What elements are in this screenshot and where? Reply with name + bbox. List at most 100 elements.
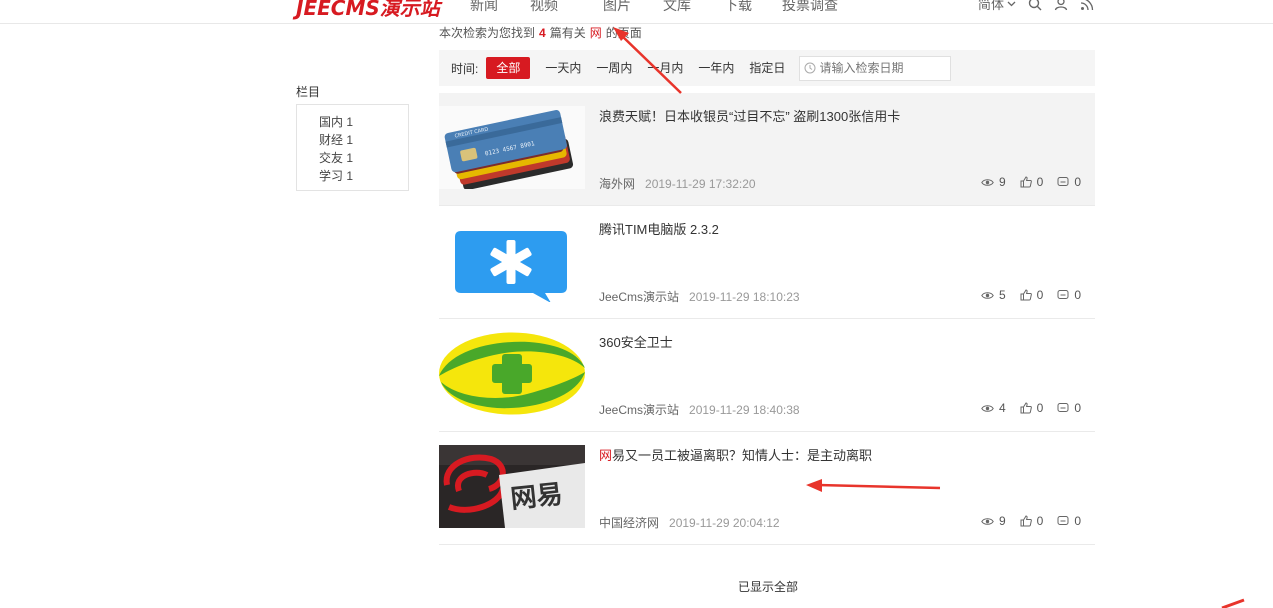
result-summary: 本次检索为您找到 4 篇有关网的页面 xyxy=(439,24,642,41)
result-meta: JeeCms演示站 2019-11-29 18:40:38 xyxy=(599,401,800,418)
comment-count[interactable]: 0 xyxy=(1057,175,1081,189)
summary-suffix: 的页面 xyxy=(605,26,642,40)
result-date: 2019-11-29 18:10:23 xyxy=(689,290,800,304)
thumbs-up-icon xyxy=(1020,176,1032,188)
like-count[interactable]: 0 xyxy=(1020,401,1043,415)
title-text: 腾讯TIM电脑版 2.3.2 xyxy=(599,222,719,237)
like-count[interactable]: 0 xyxy=(1020,514,1043,528)
comment-icon xyxy=(1057,403,1069,412)
result-title[interactable]: 网易又一员工被逼离职？知情人士：是主动离职 xyxy=(599,445,872,464)
search-keyword: 网 xyxy=(589,26,602,40)
result-item[interactable]: 0123 4567 8901 CREDIT CARD 浪费天赋！日本收银员“过目… xyxy=(439,93,1095,206)
result-item[interactable]: 腾讯TIM电脑版 2.3.2 JeeCms演示站 2019-11-29 18:10… xyxy=(439,206,1095,319)
comment-count[interactable]: 0 xyxy=(1057,514,1081,528)
result-title[interactable]: 浪费天赋！日本收银员“过目不忘” 盗刷1300张信用卡 xyxy=(599,106,900,125)
view-count: 9 xyxy=(981,175,1006,189)
nav-item-vote[interactable]: 投票调查 xyxy=(782,0,838,15)
view-count: 4 xyxy=(981,401,1006,415)
category-item-domestic[interactable]: 国内 1 xyxy=(319,113,408,131)
eye-icon xyxy=(981,404,994,412)
title-text: 易又一员工被逼离职？知情人士：是主动离职 xyxy=(612,448,873,463)
top-header: JEECMS演示站 新闻 视频 图片 文库 下载 投票调查 简体 xyxy=(0,0,1273,24)
result-thumbnail[interactable] xyxy=(439,332,585,415)
comment-count[interactable]: 0 xyxy=(1057,401,1081,415)
result-source: JeeCms演示站 xyxy=(599,290,680,304)
like-count[interactable]: 0 xyxy=(1020,175,1043,189)
result-source: 中国经济网 xyxy=(599,516,660,530)
result-meta: 海外网 2019-11-29 17:32:20 xyxy=(599,175,756,192)
comment-icon xyxy=(1057,516,1069,525)
netease-sign-image: 网易 xyxy=(439,445,585,528)
result-title[interactable]: 360安全卫士 xyxy=(599,332,673,351)
result-stats: 5 0 0 xyxy=(967,288,1081,302)
header-tools: 简体 xyxy=(978,0,1094,13)
tim-logo-image xyxy=(439,219,585,302)
result-count: 4 xyxy=(539,26,546,40)
language-label: 简体 xyxy=(978,0,1005,12)
time-filter-day[interactable]: 一天内 xyxy=(538,57,588,79)
date-input[interactable] xyxy=(819,61,950,75)
360-logo-image xyxy=(439,332,585,415)
chevron-down-icon xyxy=(1007,1,1016,6)
time-filter-week[interactable]: 一周内 xyxy=(589,57,639,79)
sidebar-title: 栏目 xyxy=(296,85,321,99)
nav-item-news[interactable]: 新闻 xyxy=(470,0,530,15)
result-item[interactable]: 360安全卫士 JeeCms演示站 2019-11-29 18:40:38 4 0… xyxy=(439,319,1095,432)
view-count: 5 xyxy=(981,288,1006,302)
result-date: 2019-11-29 20:04:12 xyxy=(669,516,780,530)
time-filter-year[interactable]: 一年内 xyxy=(691,57,741,79)
thumbs-up-icon xyxy=(1020,402,1032,414)
result-stats: 9 0 0 xyxy=(967,514,1081,528)
nav-item-video[interactable]: 视频 xyxy=(530,0,603,15)
nav-item-images[interactable]: 图片 xyxy=(603,0,663,15)
result-date: 2019-11-29 17:32:20 xyxy=(645,177,756,191)
result-thumbnail[interactable] xyxy=(439,219,585,302)
time-filter-label: 时间: xyxy=(451,61,479,76)
view-count: 9 xyxy=(981,514,1006,528)
result-meta: 中国经济网 2019-11-29 20:04:12 xyxy=(599,514,780,531)
result-title[interactable]: 腾讯TIM电脑版 2.3.2 xyxy=(599,219,719,238)
rss-icon[interactable] xyxy=(1080,0,1094,11)
credit-cards-image: 0123 4567 8901 CREDIT CARD xyxy=(439,106,585,189)
svg-text:网易: 网易 xyxy=(509,480,564,515)
thumbs-up-icon xyxy=(1020,515,1032,527)
nav-item-library[interactable]: 文库 xyxy=(663,0,724,15)
time-filter-all[interactable]: 全部 xyxy=(486,57,531,79)
category-item-finance[interactable]: 财经 1 xyxy=(319,131,408,149)
user-icon[interactable] xyxy=(1054,0,1068,11)
result-source: JeeCms演示站 xyxy=(599,403,680,417)
like-count[interactable]: 0 xyxy=(1020,288,1043,302)
clock-icon xyxy=(804,62,816,74)
end-of-results: 已显示全部 xyxy=(738,580,799,594)
category-item-study[interactable]: 学习 1 xyxy=(319,167,408,185)
language-switch[interactable]: 简体 xyxy=(978,0,1016,13)
result-thumbnail[interactable]: 0123 4567 8901 CREDIT CARD xyxy=(439,106,585,189)
result-source: 海外网 xyxy=(599,177,636,191)
result-list: 0123 4567 8901 CREDIT CARD 浪费天赋！日本收银员“过目… xyxy=(439,93,1095,545)
comment-icon xyxy=(1057,290,1069,299)
summary-prefix: 本次检索为您找到 xyxy=(439,26,536,40)
result-thumbnail[interactable]: 网易 xyxy=(439,445,585,528)
time-filter-month[interactable]: 一月内 xyxy=(640,57,690,79)
title-text: 浪费天赋！日本收银员“过目不忘” 盗刷1300张信用卡 xyxy=(599,109,901,124)
site-logo[interactable]: JEECMS演示站 xyxy=(296,0,440,21)
nav-item-download[interactable]: 下载 xyxy=(724,0,782,15)
result-stats: 4 0 0 xyxy=(967,401,1081,415)
title-highlight: 网 xyxy=(599,448,613,463)
annotation-arrow xyxy=(1221,598,1245,608)
time-filter-custom[interactable]: 指定日 xyxy=(742,57,792,79)
summary-middle: 篇有关 xyxy=(549,26,586,40)
result-date: 2019-11-29 18:40:38 xyxy=(689,403,800,417)
eye-icon xyxy=(981,517,994,525)
eye-icon xyxy=(981,178,994,186)
date-picker[interactable] xyxy=(799,55,952,81)
result-item[interactable]: 网易 网易又一员工被逼离职？知情人士：是主动离职 中国经济网 2019-11-29… xyxy=(439,432,1095,545)
thumbs-up-icon xyxy=(1020,289,1032,301)
result-stats: 9 0 0 xyxy=(967,175,1081,189)
category-list: 国内 1 财经 1 交友 1 学习 1 xyxy=(296,104,409,191)
comment-count[interactable]: 0 xyxy=(1057,288,1081,302)
search-icon[interactable] xyxy=(1028,0,1042,11)
eye-icon xyxy=(981,291,994,299)
result-meta: JeeCms演示站 2019-11-29 18:10:23 xyxy=(599,288,800,305)
category-item-dating[interactable]: 交友 1 xyxy=(319,149,408,167)
